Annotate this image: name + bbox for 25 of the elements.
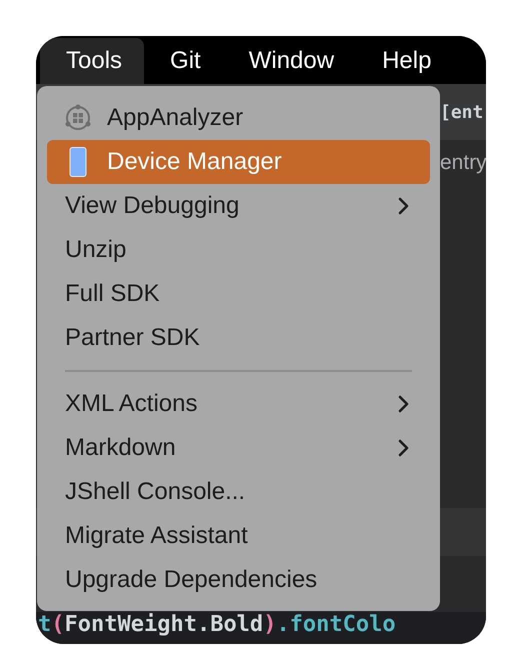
menu-item[interactable]: View Debugging bbox=[47, 184, 430, 228]
code-text: .fontColo bbox=[276, 612, 396, 638]
code-text: ( bbox=[51, 612, 64, 638]
menu-bar-item[interactable]: Tools bbox=[40, 38, 144, 84]
menu-item[interactable]: Partner SDK bbox=[47, 316, 430, 360]
menu-item[interactable]: Unzip bbox=[47, 228, 430, 272]
menu-item[interactable]: Migrate Assistant bbox=[47, 514, 430, 558]
menu-item[interactable]: Upgrade Dependencies bbox=[47, 558, 430, 602]
code-text: [ent bbox=[440, 102, 484, 122]
menu-bar-item[interactable]: Window bbox=[222, 38, 356, 84]
menu-item[interactable]: JShell Console... bbox=[47, 470, 430, 514]
code-text: ) bbox=[263, 612, 276, 638]
menu-bar-item[interactable]: Help bbox=[356, 38, 454, 84]
chevron-right-icon bbox=[398, 439, 410, 457]
grid-icon bbox=[63, 103, 93, 133]
menu-item[interactable]: Device Manager bbox=[47, 140, 430, 184]
code-text: t bbox=[38, 612, 52, 638]
menu-item[interactable]: Markdown bbox=[47, 426, 430, 470]
menu-item[interactable]: Full SDK bbox=[47, 272, 430, 316]
chevron-right-icon bbox=[398, 395, 410, 413]
chevron-right-icon bbox=[398, 197, 410, 215]
code-text: FontWeight.Bold bbox=[64, 612, 264, 638]
menu-item[interactable]: XML Actions bbox=[47, 382, 430, 426]
menu-item[interactable]: AppAnalyzer bbox=[47, 96, 430, 140]
menu-bar-item[interactable]: Git bbox=[144, 38, 223, 84]
